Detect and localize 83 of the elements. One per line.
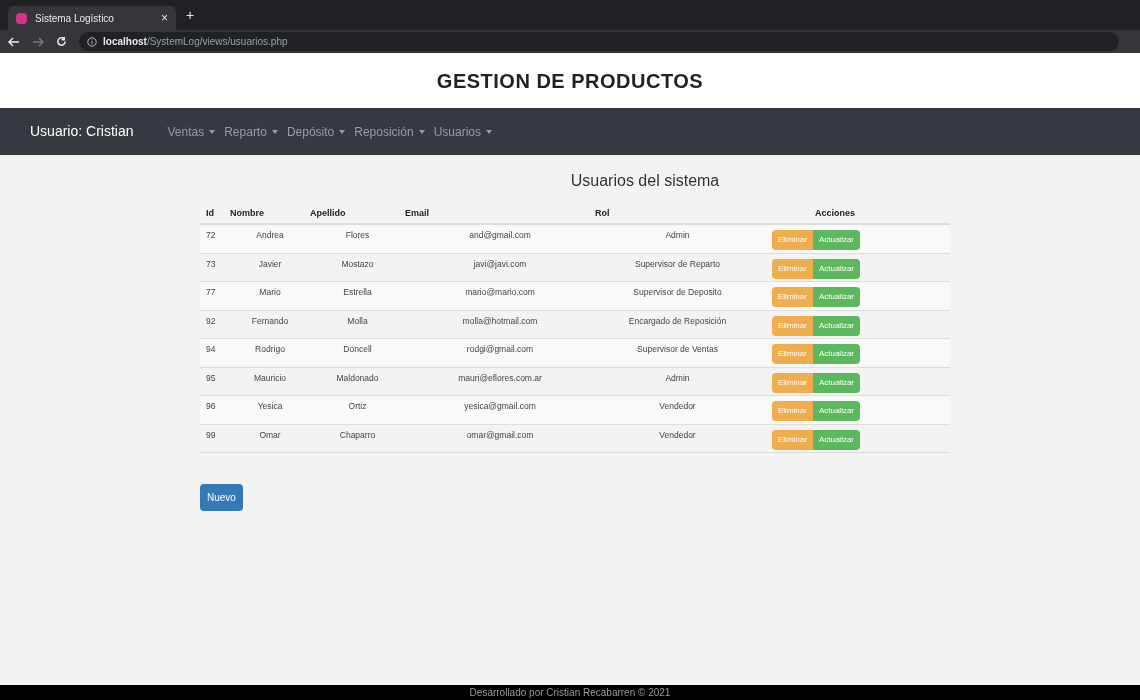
table-cell: Admin [665,372,690,383]
table-cell: Ortiz [348,401,367,411]
table-cell: mario@mario.com [465,287,535,297]
column-header: Acciones [814,207,856,221]
table-cell: Fernando [251,315,289,326]
nav-menu[interactable]: Usuarios [433,122,492,141]
table-cell: 95 [206,372,216,383]
table-cell: Admin [665,230,690,240]
forward-icon[interactable] [32,36,44,47]
table-cell: Encargado de Reposición [628,315,727,326]
table-cell: Mauricio [253,372,287,383]
table-cell: yesica@gmail.com [464,401,536,411]
update-button[interactable]: Actualizar [812,372,861,393]
update-button[interactable]: Actualizar [812,315,861,336]
url-text: localhost/SystemLog/views/usuarios.php [103,35,288,49]
nav-menu[interactable]: Ventas [167,122,216,141]
nav-menu[interactable]: Reparto [224,122,278,141]
table-cell: rodgi@gmail.com [466,344,534,354]
update-button[interactable]: Actualizar [812,429,861,450]
browser-tab[interactable]: Sistema Logístico × [8,6,176,30]
delete-button[interactable]: Eliminar [772,344,813,364]
table-cell: Mostazo [341,258,374,269]
column-header: Nombre [230,207,265,221]
table-cell: Mario [259,287,281,297]
table-cell: Maldonado [336,372,379,383]
delete-button[interactable]: Eliminar [772,429,813,450]
delete-button[interactable]: Eliminar [772,372,813,393]
table-cell: Rodrigo [255,344,285,354]
new-tab-button[interactable]: + [186,5,195,26]
table-cell: Omar [259,429,281,440]
table-cell: molla@hotmail.com [462,315,538,326]
column-header: Rol [595,207,611,221]
table-cell: mauri@eflores.com.ar [458,372,542,383]
table-cell: Andrea [256,230,284,240]
table-cell: Supervisor de Deposito [633,287,722,297]
section-heading: Usuarios del sistema [570,171,720,191]
nav-menu[interactable]: Reposición [354,122,425,141]
favicon-icon [16,12,27,24]
table-cell: Flores [345,230,370,240]
delete-button[interactable]: Eliminar [772,230,813,250]
navbar-user: Usuario: Cristian [30,122,134,141]
table-cell: Chaparro [339,429,376,440]
column-header: Email [405,207,430,221]
table-cell: and@gmail.com [469,230,531,240]
table-cell: Yesica [257,401,283,411]
table-cell: 96 [206,401,216,411]
update-button[interactable]: Actualizar [812,258,861,279]
table-cell: 99 [206,429,216,440]
close-tab-button[interactable]: × [161,9,168,27]
update-button[interactable]: Actualizar [812,287,861,307]
table-cell: Supervisor de Reparto [634,258,720,269]
nav-menu[interactable]: Depósito [286,122,346,141]
table-cell: 77 [206,287,216,297]
reload-icon[interactable] [56,36,67,47]
table-cell: 73 [206,258,216,269]
new-button[interactable]: Nuevo [200,484,243,511]
table-cell: Estrella [343,287,372,297]
table-cell: 92 [206,315,216,326]
delete-button[interactable]: Eliminar [772,287,813,307]
table-cell: Vendedor [659,401,696,411]
delete-button[interactable]: Eliminar [772,401,813,421]
back-icon[interactable] [8,36,20,47]
table-cell: 94 [206,344,216,354]
table-cell: 72 [206,230,216,240]
table-cell: omar@gmail.com [466,429,534,440]
table-cell: Supervisor de Ventas [637,344,718,354]
delete-button[interactable]: Eliminar [772,258,813,279]
update-button[interactable]: Actualizar [812,230,861,250]
delete-button[interactable]: Eliminar [772,315,813,336]
table-cell: Vendedor [659,429,696,440]
table-cell: Doncell [343,344,372,354]
page-title: GESTION DE PRODUCTOS [436,68,704,94]
table-cell: Molla [347,315,368,326]
column-header: Id [205,207,215,221]
update-button[interactable]: Actualizar [812,344,861,364]
column-header: Apellido [310,207,347,221]
table-cell: javi@javi.com [473,258,527,269]
address-bar[interactable]: localhost/SystemLog/views/usuarios.php [79,32,1119,51]
tab-title: Sistema Logístico [35,11,115,26]
table-cell: Javier [258,258,282,269]
info-icon [87,36,97,47]
footer-text: Desarrollado por Cristian Recabarren © 2021 [469,686,671,700]
update-button[interactable]: Actualizar [812,401,861,421]
